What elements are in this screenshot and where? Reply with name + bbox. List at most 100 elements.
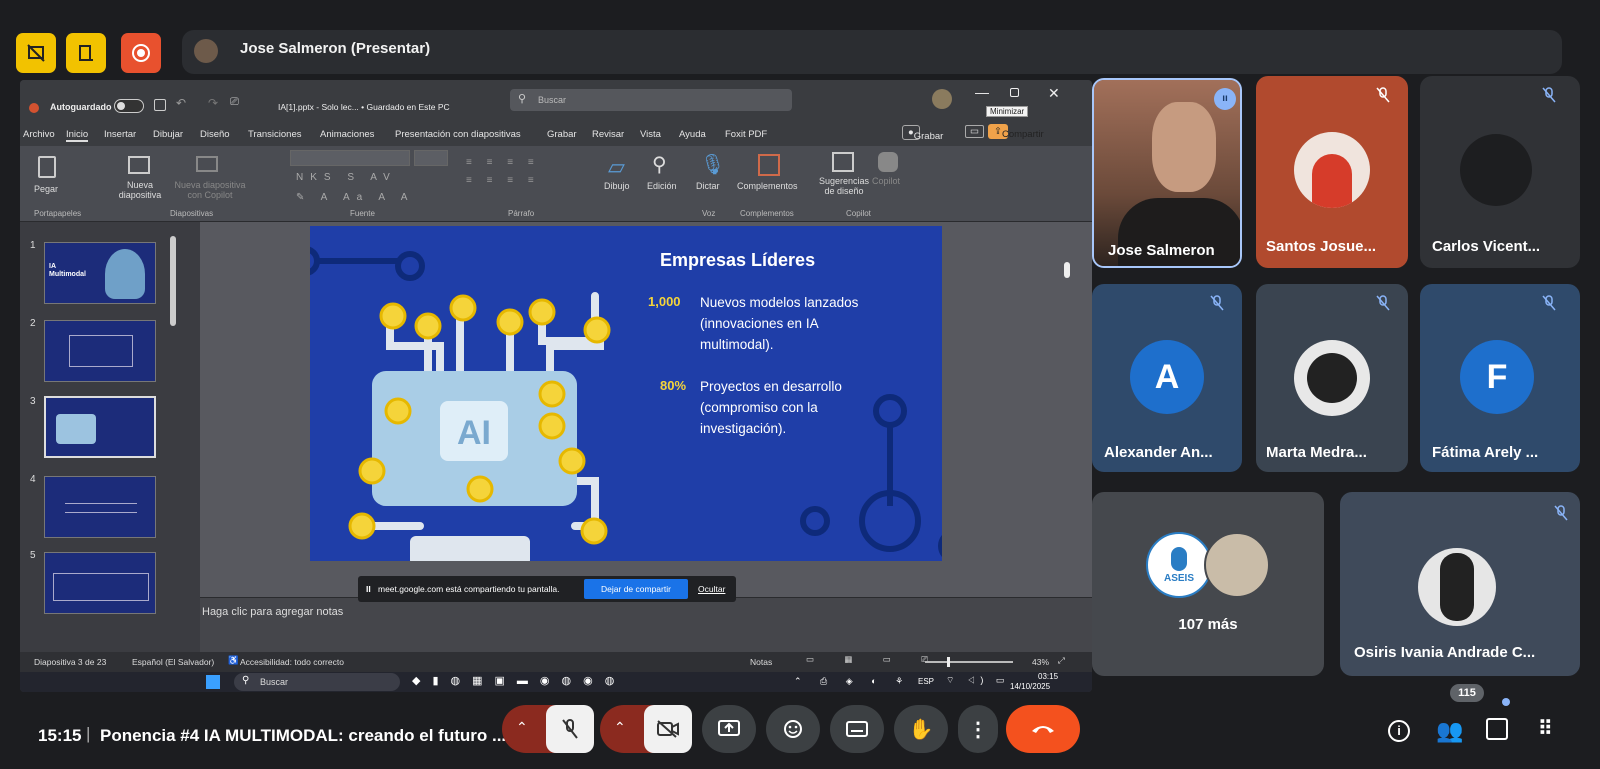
paragraph-icons[interactable]: ≡ ≡ ≡ ≡ ≡ ≡ ≡ ≡ [466, 154, 540, 190]
font-size-box[interactable] [414, 150, 448, 166]
ribbon: Pegar Nueva diapositiva Nueva diapositiv… [20, 146, 1092, 222]
dictate-button[interactable]: Dictar [696, 181, 720, 191]
participant-avatar [1418, 548, 1496, 626]
captions-icon [846, 721, 868, 737]
slide-thumb-3[interactable] [44, 396, 156, 458]
current-slide[interactable]: AI Empresas Líderes 1,000 Nuevos modelos… [310, 226, 942, 561]
addins-button[interactable]: Complementos [737, 181, 798, 191]
chat-icon[interactable] [1486, 718, 1508, 740]
font-color-icons[interactable]: ✎ A Aa A A [296, 192, 414, 203]
tab-grabar[interactable]: Grabar [547, 129, 577, 140]
captions-button[interactable] [830, 705, 884, 753]
raise-hand-button[interactable]: ✋ [894, 705, 948, 753]
mic-toggle-button[interactable] [546, 705, 594, 753]
slide-info: Diapositiva 3 de 23 [34, 657, 107, 667]
participant-tile-osiris[interactable]: Osiris Ivania Andrade C... [1340, 492, 1580, 676]
undo-icon[interactable]: ↶ [176, 96, 186, 110]
slide-thumb-2[interactable] [44, 320, 156, 382]
zoom-slider[interactable] [925, 657, 1013, 667]
door-icon [79, 45, 93, 61]
notes-toggle[interactable]: Notas [750, 657, 772, 667]
ppt-search-box[interactable]: ⚲ Buscar [510, 89, 792, 111]
camera-options-chevron-icon[interactable]: ⌃ [614, 719, 626, 736]
accessibility-status[interactable]: Accesibilidad: todo correcto [240, 657, 344, 667]
ppt-search-placeholder: Buscar [538, 95, 567, 105]
editing-button[interactable]: Edición [647, 181, 677, 191]
participant-avatar [1294, 340, 1370, 416]
tab-archivo[interactable]: Archivo [23, 129, 55, 140]
tab-presentacion[interactable]: Presentación con diapositivas [395, 129, 521, 140]
present-toggle-button[interactable] [16, 33, 56, 73]
present-icon[interactable]: ⎚ [230, 96, 239, 109]
taskbar-search[interactable]: ⚲ Buscar [234, 673, 400, 691]
more-options-button[interactable]: ⋮ [958, 705, 998, 753]
font-name-box[interactable] [290, 150, 410, 166]
record-button[interactable] [121, 33, 161, 73]
tab-animaciones[interactable]: Animaciones [320, 129, 374, 140]
stop-sharing-button[interactable]: Dejar de compartir [584, 579, 688, 599]
tab-inicio[interactable]: Inicio [66, 129, 89, 142]
participant-tile-santos[interactable]: Santos Josue... [1256, 76, 1408, 268]
hide-banner-link[interactable]: Ocultar [698, 584, 725, 594]
windows-start-icon[interactable] [206, 675, 220, 689]
tab-vista[interactable]: Vista [640, 129, 661, 140]
user-avatar[interactable] [932, 89, 952, 109]
notes-pane[interactable]: Haga clic para agregar notas [200, 597, 1092, 652]
close-window-icon[interactable]: ✕ [1048, 85, 1060, 102]
participant-tile-jose[interactable]: ıı Jose Salmeron [1092, 78, 1242, 268]
system-tray-icons[interactable]: ⌃ ⎙ ◈ ◐ ⚘ [794, 676, 911, 687]
redo-icon[interactable]: ↷ [208, 96, 218, 110]
font-format-icons[interactable]: NKS S AV [296, 172, 397, 183]
share-button-ppt[interactable]: ⇪ Compartir [988, 124, 1044, 140]
tab-transiciones[interactable]: Transiciones [248, 129, 302, 140]
taskbar-search-icon: ⚲ [242, 675, 250, 686]
design-ideas-button[interactable]: Sugerencias de diseño [816, 176, 872, 197]
slide-thumb-4[interactable] [44, 476, 156, 538]
view-icons[interactable]: ▭ ▦ ▭ ⎚ [806, 654, 942, 665]
muted-mic-icon [1372, 84, 1394, 106]
autosave-toggle[interactable] [114, 99, 144, 113]
save-icon[interactable] [154, 99, 166, 111]
minimize-icon[interactable]: — [975, 84, 989, 100]
participant-tile-marta[interactable]: Marta Medra... [1256, 284, 1408, 472]
language-status[interactable]: Español (El Salvador) [132, 657, 214, 667]
slide-thumb-5[interactable] [44, 552, 156, 614]
camera-toggle-button[interactable] [644, 705, 692, 753]
paste-button[interactable]: Pegar [34, 184, 58, 194]
layout-button[interactable] [66, 33, 106, 73]
tab-insertar[interactable]: Insertar [104, 129, 136, 140]
leave-call-button[interactable] [1006, 705, 1080, 753]
group-copilot: Copilot [846, 209, 871, 218]
tab-ayuda[interactable]: Ayuda [679, 129, 706, 140]
record-button-ppt[interactable]: ● Grabar [902, 125, 943, 142]
people-icon[interactable]: 👥 [1436, 718, 1463, 744]
meeting-info-icon[interactable]: i [1388, 720, 1410, 742]
fit-slide-icon[interactable]: ⤢ [1058, 655, 1065, 666]
participant-tile-alexander[interactable]: A Alexander An... [1092, 284, 1242, 472]
new-slide-button[interactable]: Nueva diapositiva [112, 180, 168, 201]
taskbar-app-icons[interactable]: ◆▮◍▦▣▬◉◍◉◍ [412, 674, 626, 687]
robot-head-image [105, 249, 145, 299]
comments-icon[interactable]: ▭ [965, 125, 984, 138]
tab-revisar[interactable]: Revisar [592, 129, 624, 140]
taskbar-date: 14/10/2025 [1010, 682, 1051, 691]
thumbs-scrollbar[interactable] [170, 236, 176, 326]
copilot-slide-button: Nueva diapositiva con Copilot [174, 180, 246, 201]
maximize-icon[interactable] [1010, 88, 1019, 97]
tab-diseno[interactable]: Diseño [200, 129, 230, 140]
mic-options-chevron-icon[interactable]: ⌃ [516, 719, 528, 736]
zoom-level[interactable]: 43% [1032, 657, 1049, 667]
reactions-button[interactable] [766, 705, 820, 753]
group-paragraph: Párrafo [508, 209, 535, 218]
present-screen-button[interactable] [702, 705, 756, 753]
more-participants-tile[interactable]: ASEIS 107 más [1092, 492, 1324, 676]
tab-dibujar[interactable]: Dibujar [153, 129, 183, 140]
slide-scrollbar[interactable] [1064, 262, 1070, 278]
slide-thumb-1[interactable]: IA Multimodal [44, 242, 156, 304]
activities-icon[interactable]: ⠿ [1538, 716, 1553, 741]
ribbon-tabs: Archivo Inicio Insertar Dibujar Diseño T… [20, 124, 1092, 146]
participant-tile-fatima[interactable]: F Fátima Arely ... [1420, 284, 1580, 472]
drawing-button[interactable]: Dibujo [604, 181, 630, 191]
tab-foxit[interactable]: Foxit PDF [725, 129, 767, 140]
participant-tile-carlos[interactable]: Carlos Vicent... [1420, 76, 1580, 268]
